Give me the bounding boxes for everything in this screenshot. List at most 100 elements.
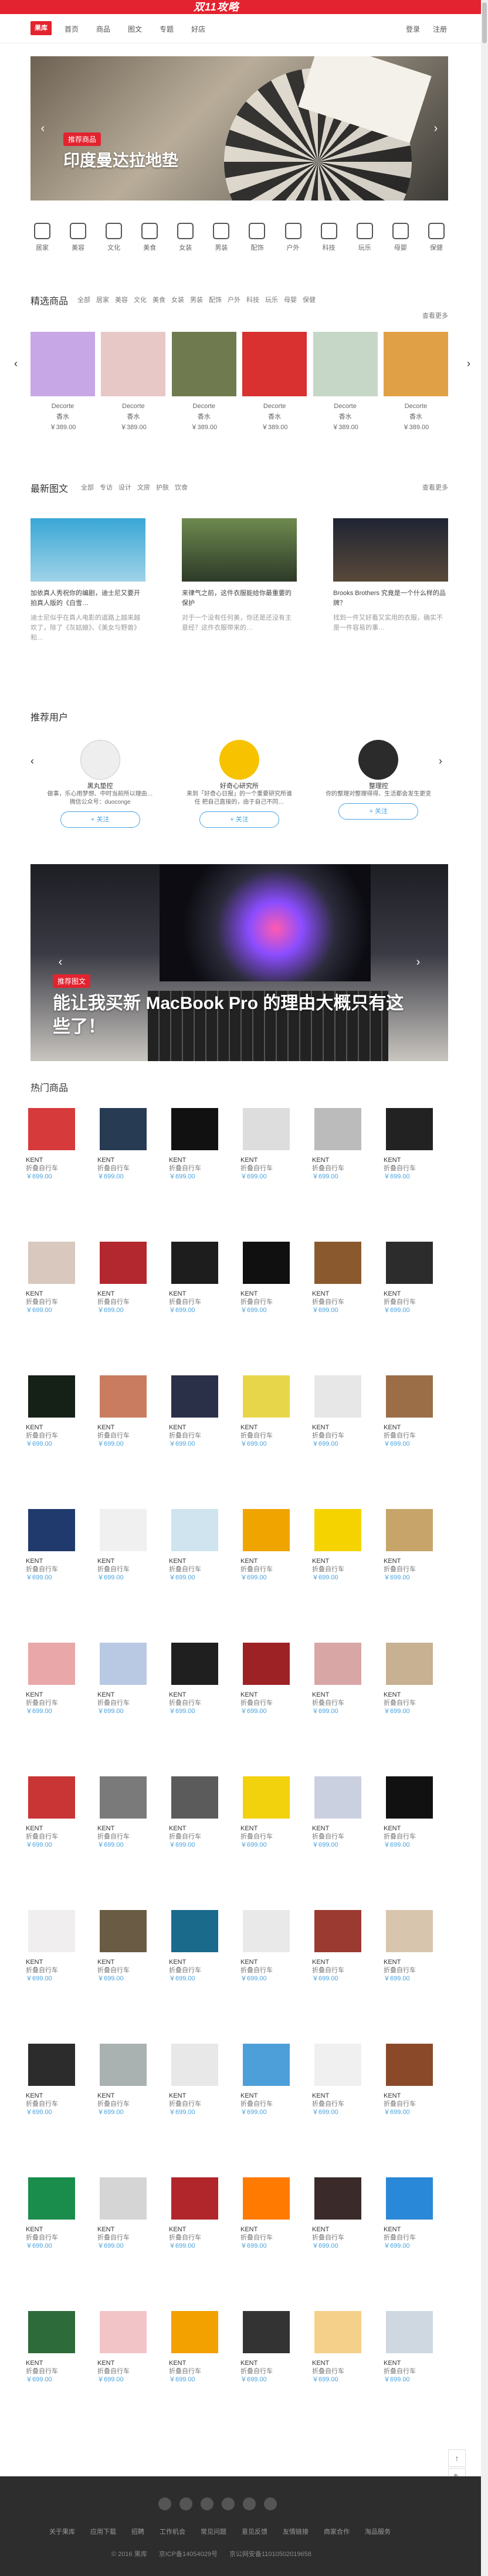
pick-item[interactable]: Decorte 香水 ￥389.00 <box>383 332 448 433</box>
promo-banner[interactable]: 双11攻略 <box>0 0 481 14</box>
hot-item[interactable]: KENT 折叠自行车 ￥699.00 <box>240 1108 311 1180</box>
nav-home[interactable]: 首页 <box>65 24 79 34</box>
hot-item[interactable]: KENT 折叠自行车 ￥699.00 <box>26 1375 96 1447</box>
articles-tab[interactable]: 专访 <box>100 482 113 492</box>
hot-item[interactable]: KENT 折叠自行车 ￥699.00 <box>97 1776 168 1848</box>
hot-item[interactable]: KENT 折叠自行车 ￥699.00 <box>169 1375 239 1447</box>
feature-banner[interactable]: 推荐图文 能让我买新 MacBook Pro 的理由大概只有这些了！ ‹ › <box>30 864 448 1061</box>
article-card[interactable]: 加依真人秀祝你的编剧，迪士尼又要开拍真人版的《白雪… 迪士尼似乎在真人电影的道路上… <box>30 518 145 643</box>
chevron-left-icon[interactable]: ‹ <box>54 956 67 968</box>
chevron-right-icon[interactable]: › <box>467 358 470 370</box>
back-to-top-button[interactable]: ↑ <box>448 2449 466 2467</box>
hot-item[interactable]: KENT 折叠自行车 ￥699.00 <box>240 1776 311 1848</box>
picks-tab[interactable]: 配饰 <box>209 295 222 304</box>
category-fun[interactable]: 玩乐 <box>353 223 377 252</box>
pick-item[interactable]: Decorte 香水 ￥389.00 <box>242 332 307 433</box>
hot-item[interactable]: KENT 折叠自行车 ￥699.00 <box>384 1108 454 1180</box>
hot-item[interactable]: KENT 折叠自行车 ￥699.00 <box>26 1108 96 1180</box>
page-scrollbar[interactable] <box>481 0 488 2576</box>
picks-tab[interactable]: 科技 <box>246 295 259 304</box>
hot-item[interactable]: KENT 折叠自行车 ￥699.00 <box>26 1776 96 1848</box>
hot-item[interactable]: KENT 折叠自行车 ￥699.00 <box>312 2311 382 2383</box>
follow-button[interactable]: + 关注 <box>338 803 419 820</box>
category-home[interactable]: 居家 <box>30 223 54 252</box>
hot-item[interactable]: KENT 折叠自行车 ￥699.00 <box>384 1643 454 1715</box>
category-tech[interactable]: 科技 <box>317 223 341 252</box>
nav-products[interactable]: 商品 <box>96 24 110 34</box>
hot-item[interactable]: KENT 折叠自行车 ￥699.00 <box>97 2044 168 2116</box>
hot-item[interactable]: KENT 折叠自行车 ￥699.00 <box>240 2311 311 2383</box>
picks-tab[interactable]: 保健 <box>303 295 316 304</box>
hot-item[interactable]: KENT 折叠自行车 ￥699.00 <box>240 1910 311 1982</box>
hot-item[interactable]: KENT 折叠自行车 ￥699.00 <box>26 2311 96 2383</box>
hero-title[interactable]: 印度曼达拉地垫 <box>63 148 178 171</box>
hot-item[interactable]: KENT 折叠自行车 ￥699.00 <box>169 1108 239 1180</box>
hot-item[interactable]: KENT 折叠自行车 ￥699.00 <box>312 1776 382 1848</box>
picks-tab[interactable]: 母婴 <box>284 295 297 304</box>
footer-link[interactable]: 关于果库 <box>49 2527 75 2536</box>
hot-item[interactable]: KENT 折叠自行车 ￥699.00 <box>169 1776 239 1848</box>
picks-tab[interactable]: 美容 <box>115 295 128 304</box>
hot-item[interactable]: KENT 折叠自行车 ￥699.00 <box>240 2044 311 2116</box>
hot-item[interactable]: KENT 折叠自行车 ￥699.00 <box>240 1242 311 1314</box>
chevron-right-icon[interactable]: › <box>412 956 425 968</box>
category-health[interactable]: 保健 <box>425 223 448 252</box>
category-baby[interactable]: 母婴 <box>389 223 412 252</box>
hot-item[interactable]: KENT 折叠自行车 ￥699.00 <box>26 1509 96 1581</box>
hot-item[interactable]: KENT 折叠自行车 ￥699.00 <box>97 1643 168 1715</box>
login-link[interactable]: 登录 <box>406 24 420 34</box>
hero-carousel[interactable]: 推荐商品 印度曼达拉地垫 ‹ › <box>30 56 448 200</box>
pick-item[interactable]: Decorte 香水 ￥389.00 <box>313 332 378 433</box>
footer-link[interactable]: 淘品服务 <box>365 2527 391 2536</box>
article-card[interactable]: 来律气之前，这件衣服能给你最重要的保护 对于一个没有任何美，你还是还没有主意经？这… <box>182 518 297 643</box>
hot-item[interactable]: KENT 折叠自行车 ￥699.00 <box>312 2044 382 2116</box>
site-logo[interactable]: 果库 <box>30 21 52 35</box>
picks-tab[interactable]: 男装 <box>190 295 203 304</box>
user-name[interactable]: 整理控 <box>326 782 431 790</box>
hot-item[interactable]: KENT 折叠自行车 ￥699.00 <box>384 1242 454 1314</box>
hot-item[interactable]: KENT 折叠自行车 ￥699.00 <box>97 2177 168 2249</box>
hot-item[interactable]: KENT 折叠自行车 ￥699.00 <box>97 1108 168 1180</box>
register-link[interactable]: 注册 <box>433 24 447 34</box>
nav-articles[interactable]: 图文 <box>128 24 142 34</box>
picks-tab[interactable]: 户外 <box>228 295 240 304</box>
picks-tab[interactable]: 居家 <box>96 295 109 304</box>
chevron-right-icon[interactable]: › <box>429 122 442 135</box>
hot-item[interactable]: KENT 折叠自行车 ￥699.00 <box>169 1242 239 1314</box>
hot-item[interactable]: KENT 折叠自行车 ￥699.00 <box>240 2177 311 2249</box>
qq-icon[interactable] <box>179 2497 192 2510</box>
avatar[interactable] <box>80 740 120 780</box>
user-name[interactable]: 好奇心研究所 <box>187 782 292 790</box>
articles-tab[interactable]: 全部 <box>81 482 94 492</box>
hot-item[interactable]: KENT 折叠自行车 ￥699.00 <box>169 1509 239 1581</box>
hot-item[interactable]: KENT 折叠自行车 ￥699.00 <box>240 1375 311 1447</box>
hot-item[interactable]: KENT 折叠自行车 ￥699.00 <box>97 1375 168 1447</box>
hot-item[interactable]: KENT 折叠自行车 ￥699.00 <box>312 1643 382 1715</box>
follow-button[interactable]: + 关注 <box>60 811 140 828</box>
articles-tab[interactable]: 饮食 <box>175 482 188 492</box>
category-men[interactable]: 男装 <box>209 223 233 252</box>
pick-item[interactable]: Decorte 香水 ￥389.00 <box>30 332 95 433</box>
scrollbar-thumb[interactable] <box>482 2 487 43</box>
article-card[interactable]: Brooks Brothers 究竟是一个什么样的品牌？ 找到一件又好看又实用的衣… <box>333 518 448 643</box>
articles-more-link[interactable]: 查看更多 <box>422 482 448 492</box>
hot-item[interactable]: KENT 折叠自行车 ￥699.00 <box>384 2177 454 2249</box>
hot-item[interactable]: KENT 折叠自行车 ￥699.00 <box>312 1242 382 1314</box>
avatar[interactable] <box>358 740 399 780</box>
category-food[interactable]: 美食 <box>138 223 161 252</box>
twitter-icon[interactable] <box>222 2497 235 2510</box>
footer-link[interactable]: 应用下载 <box>90 2527 116 2536</box>
avatar[interactable] <box>219 740 259 780</box>
hot-item[interactable]: KENT 折叠自行车 ￥699.00 <box>384 2044 454 2116</box>
hot-item[interactable]: KENT 折叠自行车 ￥699.00 <box>312 1108 382 1180</box>
category-accessories[interactable]: 配饰 <box>245 223 269 252</box>
hot-item[interactable]: KENT 折叠自行车 ￥699.00 <box>384 1509 454 1581</box>
hot-item[interactable]: KENT 折叠自行车 ￥699.00 <box>169 2311 239 2383</box>
hot-item[interactable]: KENT 折叠自行车 ￥699.00 <box>169 1910 239 1982</box>
articles-tab[interactable]: 文房 <box>137 482 150 492</box>
category-women[interactable]: 女装 <box>174 223 197 252</box>
picks-tab[interactable]: 女装 <box>171 295 184 304</box>
category-outdoor[interactable]: 户外 <box>282 223 305 252</box>
hot-item[interactable]: KENT 折叠自行车 ￥699.00 <box>169 1643 239 1715</box>
police-text[interactable]: 京公网安备11010502019658 <box>229 2549 311 2558</box>
